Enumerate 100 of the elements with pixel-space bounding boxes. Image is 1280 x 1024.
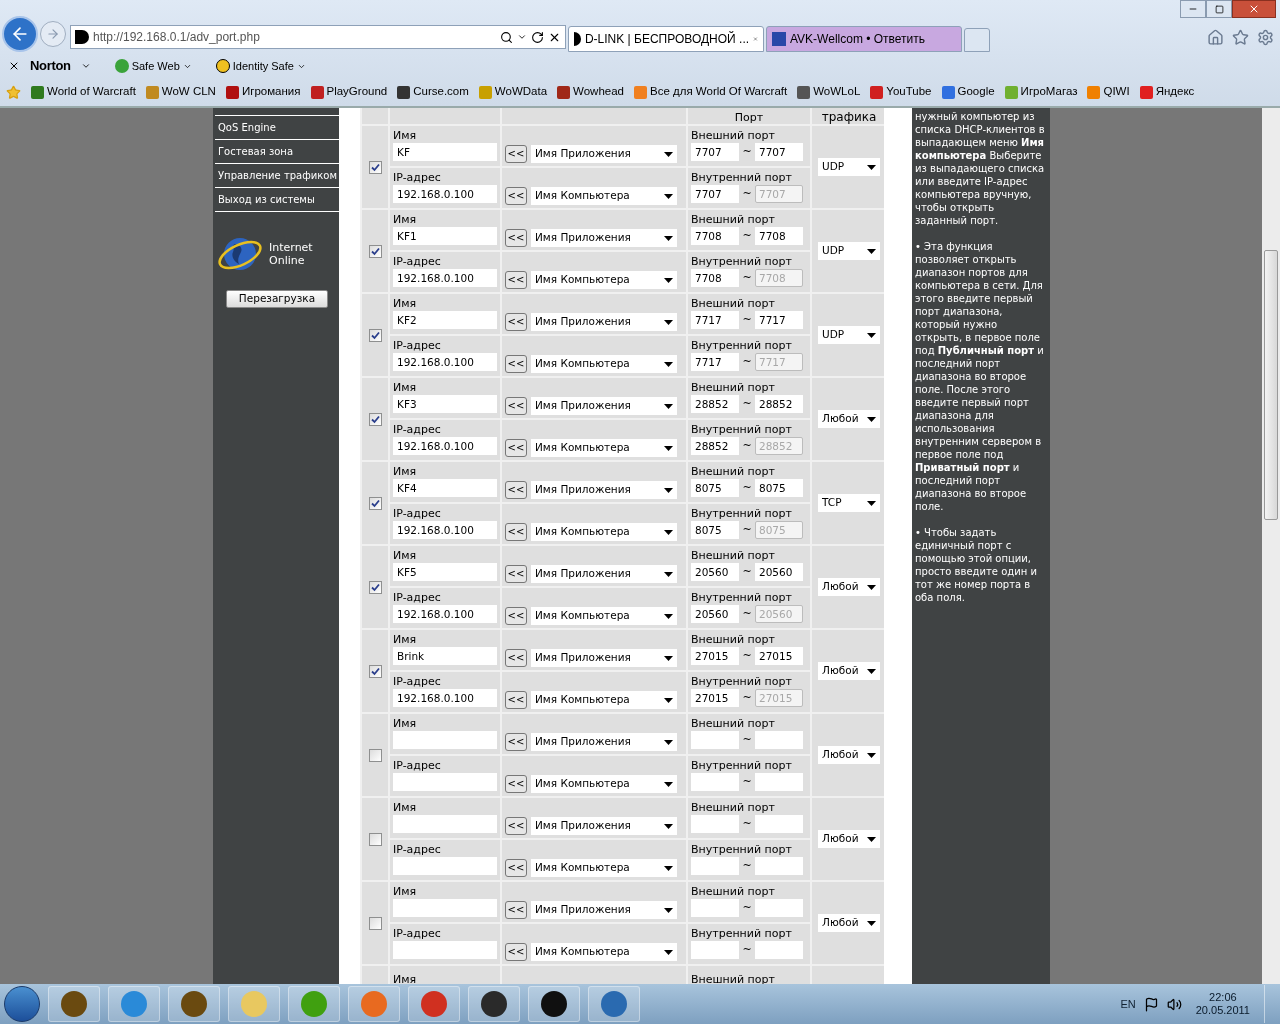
checkbox[interactable] — [368, 412, 382, 426]
dropdown[interactable]: Имя Приложения — [531, 901, 677, 919]
text-field[interactable]: 20560 — [691, 563, 739, 581]
back-button[interactable] — [2, 16, 38, 52]
checkbox[interactable] — [368, 160, 382, 174]
toolbar-button[interactable]: Safe Web — [131, 57, 180, 75]
dropdown[interactable]: Имя Компьютера — [531, 187, 677, 205]
copy-button[interactable]: << — [505, 439, 527, 457]
text-field[interactable]: 20560 — [755, 563, 803, 581]
dropdown[interactable]: Имя Компьютера — [531, 523, 677, 541]
toolbar-button[interactable]: Identity Safe — [232, 57, 294, 75]
text-field[interactable] — [393, 941, 497, 959]
protocol-dropdown[interactable]: Любой — [818, 830, 880, 848]
sidebar-link[interactable]: Гостевая зона — [215, 140, 339, 164]
copy-button[interactable]: << — [505, 859, 527, 877]
text-field[interactable]: 8075 — [691, 521, 739, 539]
protocol-dropdown[interactable]: Любой — [818, 410, 880, 428]
dropdown[interactable]: Имя Приложения — [531, 565, 677, 583]
text-field[interactable] — [393, 731, 497, 749]
address-bar[interactable]: http://192.168.0.1/adv_port.php — [70, 25, 566, 49]
copy-button[interactable]: << — [505, 649, 527, 667]
copy-button[interactable]: << — [505, 313, 527, 331]
text-field[interactable]: 192.168.0.100 — [393, 269, 497, 287]
text-field[interactable]: 192.168.0.100 — [393, 521, 497, 539]
bookmark-link[interactable]: WoWData — [494, 83, 548, 101]
checkbox[interactable] — [368, 748, 382, 762]
text-field[interactable] — [691, 773, 739, 791]
text-field[interactable]: 8075 — [755, 479, 803, 497]
clock[interactable]: 22:06 20.05.2011 — [1189, 991, 1256, 1017]
protocol-dropdown[interactable]: Любой — [818, 662, 880, 680]
protocol-dropdown[interactable]: UDP — [818, 158, 880, 176]
bookmark-link[interactable]: Wowhead — [573, 83, 624, 101]
text-field[interactable]: 28852 — [755, 395, 803, 413]
text-field[interactable]: 192.168.0.100 — [393, 185, 497, 203]
copy-button[interactable]: << — [505, 943, 527, 961]
checkbox[interactable] — [368, 664, 382, 678]
protocol-dropdown[interactable]: UDP — [818, 242, 880, 260]
dropdown[interactable]: Имя Компьютера — [531, 271, 677, 289]
text-field[interactable] — [393, 857, 497, 875]
bookmark-link[interactable]: WoW CLN — [161, 83, 216, 101]
dropdown[interactable]: Имя Компьютера — [531, 775, 677, 793]
text-field[interactable] — [755, 941, 803, 959]
dropdown[interactable]: Имя Компьютера — [531, 691, 677, 709]
text-field[interactable]: 27015 — [691, 647, 739, 665]
text-field[interactable]: 7717 — [691, 311, 739, 329]
copy-button[interactable]: << — [505, 523, 527, 541]
copy-button[interactable]: << — [505, 145, 527, 163]
text-field[interactable]: 192.168.0.100 — [393, 437, 497, 455]
copy-button[interactable]: << — [505, 691, 527, 709]
dropdown[interactable]: Имя Приложения — [531, 313, 677, 331]
sidebar-link[interactable]: Управление трафиком — [215, 164, 339, 188]
dropdown[interactable]: Имя Компьютера — [531, 859, 677, 877]
text-field[interactable] — [393, 815, 497, 833]
copy-button[interactable]: << — [505, 355, 527, 373]
dropdown[interactable]: Имя Приложения — [531, 817, 677, 835]
bookmark-link[interactable]: ИгроМагаз — [1020, 83, 1078, 101]
copy-button[interactable]: << — [505, 397, 527, 415]
dropdown[interactable]: Имя Компьютера — [531, 439, 677, 457]
protocol-dropdown[interactable]: UDP — [818, 326, 880, 344]
checkbox[interactable] — [368, 496, 382, 510]
taskbar-app-button[interactable] — [48, 986, 100, 1022]
protocol-dropdown[interactable]: Любой — [818, 746, 880, 764]
bookmark-link[interactable]: Все для World Of Warcraft — [650, 83, 788, 101]
taskbar-app-button[interactable] — [528, 986, 580, 1022]
text-field[interactable]: KF2 — [393, 311, 497, 329]
text-field[interactable]: KF5 — [393, 563, 497, 581]
text-field[interactable]: 192.168.0.100 — [393, 353, 497, 371]
text-field[interactable]: 7708 — [755, 227, 803, 245]
bookmark-link[interactable]: YouTube — [886, 83, 932, 101]
text-field[interactable]: KF3 — [393, 395, 497, 413]
taskbar-app-button[interactable] — [468, 986, 520, 1022]
text-field[interactable]: Brink — [393, 647, 497, 665]
text-field[interactable]: 7707 — [691, 185, 739, 203]
text-field[interactable]: KF1 — [393, 227, 497, 245]
text-field[interactable]: 28852 — [691, 437, 739, 455]
dropdown[interactable]: Имя Компьютера — [531, 607, 677, 625]
text-field[interactable] — [691, 815, 739, 833]
text-field[interactable]: 192.168.0.100 — [393, 689, 497, 707]
bookmark-link[interactable]: WoWLoL — [813, 83, 861, 101]
text-field[interactable]: 7708 — [691, 269, 739, 287]
checkbox[interactable] — [368, 916, 382, 930]
bookmark-link[interactable]: World of Warcraft — [47, 83, 136, 101]
text-field[interactable]: 7707 — [691, 143, 739, 161]
checkbox[interactable] — [368, 328, 382, 342]
protocol-dropdown[interactable]: TCP — [818, 494, 880, 512]
close-button[interactable] — [1232, 0, 1276, 18]
reboot-button[interactable]: Перезагрузка — [226, 290, 328, 308]
copy-button[interactable]: << — [505, 733, 527, 751]
text-field[interactable]: 27015 — [691, 689, 739, 707]
copy-button[interactable]: << — [505, 565, 527, 583]
text-field[interactable] — [691, 731, 739, 749]
start-button[interactable] — [4, 986, 40, 1022]
text-field[interactable] — [691, 941, 739, 959]
text-field[interactable]: 7717 — [755, 311, 803, 329]
text-field[interactable]: 8075 — [691, 479, 739, 497]
bookmark-link[interactable]: Игромания — [241, 83, 301, 101]
checkbox[interactable] — [368, 832, 382, 846]
text-field[interactable]: KF — [393, 143, 497, 161]
bookmark-link[interactable]: Google — [957, 83, 995, 101]
text-field[interactable]: 7717 — [691, 353, 739, 371]
